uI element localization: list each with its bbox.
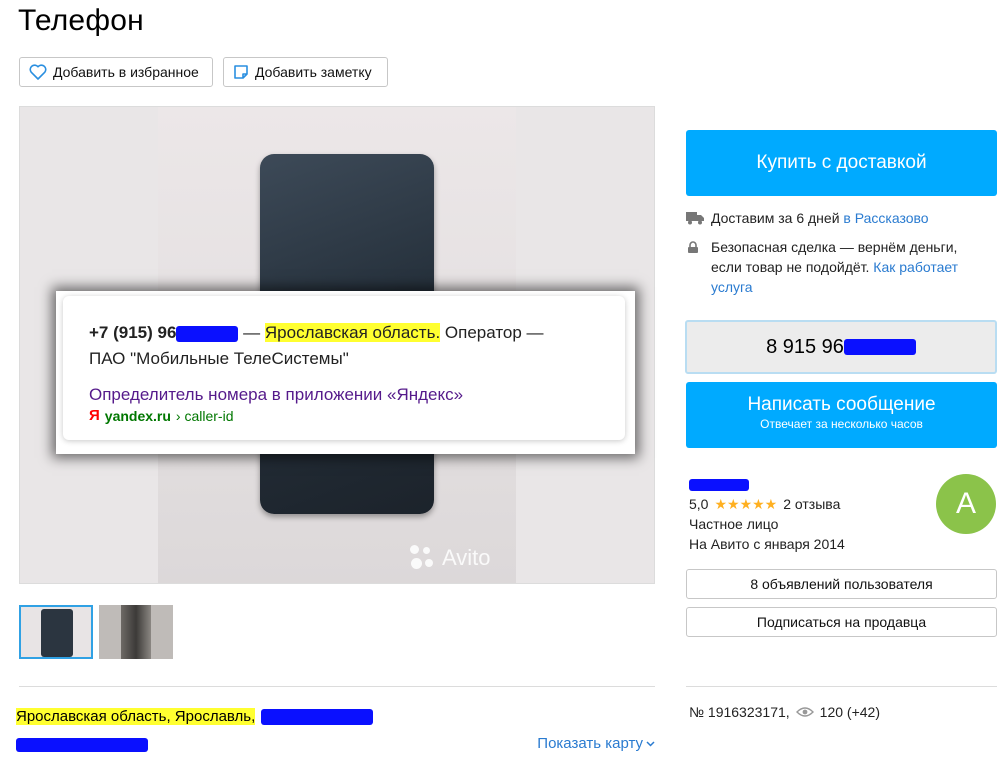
note-icon <box>234 65 248 79</box>
caller-id-popup: +7 (915) 96 — Ярославская область. Опера… <box>56 291 635 454</box>
rating-value: 5,0 <box>689 496 709 512</box>
heart-icon <box>29 64 47 80</box>
redaction <box>16 737 148 752</box>
avito-watermark: Avito <box>410 545 491 571</box>
caller-id-url: Я yandex.ru › caller-id <box>89 407 625 424</box>
phone-number: 8 915 96 <box>766 335 844 358</box>
avito-logo-icon <box>410 545 436 571</box>
avatar[interactable]: A <box>936 474 996 534</box>
delivery-city-link[interactable]: в Рассказово <box>843 210 928 226</box>
safe-deal-info: Безопасная сделка — вернём деньги, если … <box>686 237 986 297</box>
yandex-icon: Я <box>89 407 100 424</box>
operator-name: ПАО "Мобильные ТелеСистемы" <box>89 349 349 368</box>
thumbnail-1[interactable] <box>19 605 93 659</box>
views-count: 120 (+42) <box>819 704 880 720</box>
url-domain: yandex.ru <box>104 407 171 424</box>
caller-id-card: +7 (915) 96 — Ярославская область. Опера… <box>63 296 625 440</box>
eye-icon <box>795 707 814 717</box>
truck-icon <box>686 212 704 225</box>
response-time: Отвечает за несколько часов <box>760 417 923 431</box>
user-ads-button[interactable]: 8 объявлений пользователя <box>686 569 997 599</box>
chevron-down-icon <box>646 740 655 747</box>
watermark-text: Avito <box>442 545 491 570</box>
add-note-label: Добавить заметку <box>255 64 372 80</box>
divider <box>686 686 997 687</box>
write-message-label: Написать сообщение <box>747 394 936 415</box>
show-map-link[interactable]: Показать карту <box>537 735 655 752</box>
redaction <box>843 339 916 355</box>
caller-id-line-1: +7 (915) 96 — Ярославская область. Опера… <box>89 323 544 342</box>
caller-id-link[interactable]: Определитель номера в приложении «Яндекс… <box>89 384 625 406</box>
reviews-count: 2 отзыва <box>783 496 841 512</box>
divider <box>19 686 655 687</box>
listing-meta: № 1916323171, 120 (+42) <box>689 704 880 720</box>
show-phone-button[interactable]: 8 915 96 <box>685 320 997 374</box>
redaction <box>261 708 374 725</box>
caller-phone-number: +7 (915) 96 <box>89 323 177 342</box>
thumbnail-2[interactable] <box>99 605 173 659</box>
address-text: Ярославская область, Ярославль, <box>16 708 256 725</box>
seller-rating[interactable]: 5,0 ★★★★★ 2 отзыва <box>689 494 845 514</box>
operator-label: Оператор — <box>444 323 544 342</box>
add-note-button[interactable]: Добавить заметку <box>223 57 388 87</box>
seller-since: На Авито с января 2014 <box>689 536 845 552</box>
subscribe-seller-button[interactable]: Подписаться на продавца <box>686 607 997 637</box>
add-to-favorites-button[interactable]: Добавить в избранное <box>19 57 213 87</box>
seller-name[interactable] <box>689 474 845 494</box>
caller-region: Ярославская область. <box>264 323 441 342</box>
seller-type: Частное лицо <box>689 516 779 532</box>
redaction <box>689 479 749 492</box>
url-path: › caller-id <box>175 407 234 424</box>
delivery-text: Доставим за 6 дней <box>711 210 840 226</box>
add-to-favorites-label: Добавить в избранное <box>53 64 199 80</box>
rating-stars-icon: ★★★★★ <box>714 496 778 512</box>
seller-info: 5,0 ★★★★★ 2 отзыва Частное лицо На Авито… <box>689 474 845 554</box>
address: Ярославская область, Ярославль, <box>16 708 374 725</box>
page-title: Телефон <box>18 4 144 37</box>
address-line-2 <box>16 736 148 754</box>
buy-with-delivery-button[interactable]: Купить с доставкой <box>686 130 997 196</box>
write-message-button[interactable]: Написать сообщение Отвечает за несколько… <box>686 382 997 448</box>
delivery-info: Доставим за 6 дней в Рассказово <box>686 208 986 228</box>
listing-number: № 1916323171, <box>689 704 790 720</box>
redaction <box>176 325 239 342</box>
show-map-label: Показать карту <box>537 735 643 752</box>
lock-icon <box>688 241 698 253</box>
